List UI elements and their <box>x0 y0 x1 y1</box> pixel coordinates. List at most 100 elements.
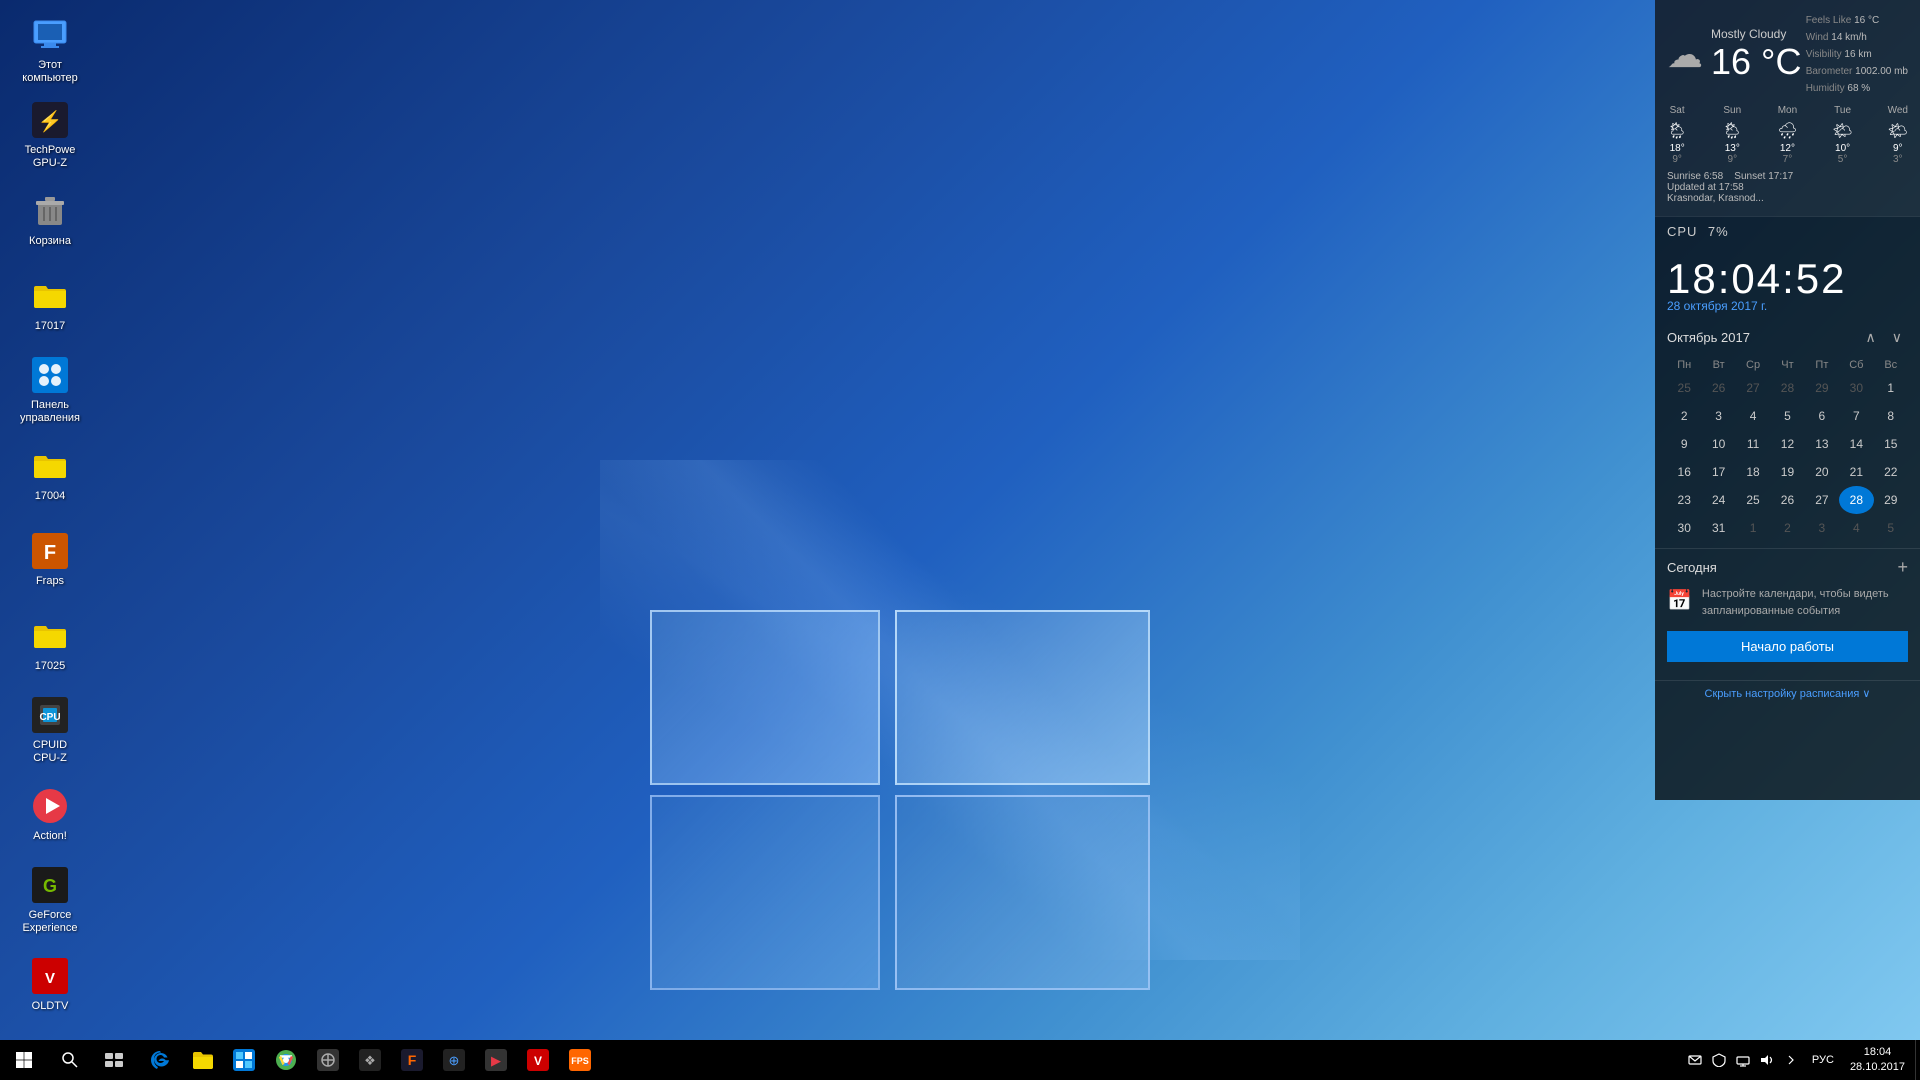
calendar-day[interactable]: 5 <box>1874 514 1908 542</box>
desktop-icon-trash[interactable]: Корзина <box>10 180 90 260</box>
weather-details: Feels Like 16 °C Wind 14 km/h Visibility… <box>1806 12 1908 97</box>
taskbar-chrome[interactable] <box>266 1040 306 1080</box>
events-add-btn[interactable]: + <box>1897 557 1908 578</box>
calendar-day[interactable]: 6 <box>1805 402 1839 430</box>
calendar-day[interactable]: 20 <box>1805 458 1839 486</box>
start-button[interactable] <box>0 1040 48 1080</box>
taskbar-store[interactable] <box>224 1040 264 1080</box>
calendar-day[interactable]: 16 <box>1667 458 1701 486</box>
calendar-day[interactable]: 24 <box>1701 486 1735 514</box>
calendar-day[interactable]: 9 <box>1667 430 1701 458</box>
taskbar-app9[interactable]: ▶ <box>476 1040 516 1080</box>
desktop-icon-computer[interactable]: Этоткомпьютер <box>10 10 90 90</box>
taskbar-app5[interactable] <box>308 1040 348 1080</box>
calendar-day[interactable]: 3 <box>1701 402 1735 430</box>
calendar-day[interactable]: 25 <box>1736 486 1770 514</box>
calendar-next-btn[interactable]: ∨ <box>1886 327 1908 348</box>
action-icon <box>30 786 70 826</box>
calendar-day[interactable]: 14 <box>1839 430 1873 458</box>
show-desktop-button[interactable] <box>1915 1040 1920 1080</box>
hide-schedule-link[interactable]: Скрыть настройку расписания ∨ <box>1655 680 1920 706</box>
calendar-grid: ПнВтСрЧтПтСбВс 2526272829301234567891011… <box>1667 356 1908 542</box>
desktop-icon-geforce[interactable]: G GeForceExperience <box>10 860 90 940</box>
desktop-icon-folder17017[interactable]: 17017 <box>10 265 90 345</box>
desktop-icon-fraps[interactable]: F Fraps <box>10 520 90 600</box>
store-icon <box>233 1049 255 1071</box>
calendar-day[interactable]: 27 <box>1805 486 1839 514</box>
volume-icon <box>1760 1053 1774 1067</box>
calendar-day[interactable]: 21 <box>1839 458 1873 486</box>
trash-icon <box>30 191 70 231</box>
calendar-day[interactable]: 30 <box>1839 374 1873 402</box>
calendar-day[interactable]: 18 <box>1736 458 1770 486</box>
desktop-icon-folder17025[interactable]: 17025 <box>10 605 90 685</box>
language-indicator[interactable]: РУС <box>1806 1040 1840 1080</box>
calendar-day[interactable]: 26 <box>1701 374 1735 402</box>
calendar-day[interactable]: 11 <box>1736 430 1770 458</box>
calendar-day[interactable]: 7 <box>1839 402 1873 430</box>
calendar-day[interactable]: 29 <box>1874 486 1908 514</box>
calendar-day[interactable]: 22 <box>1874 458 1908 486</box>
calendar-day[interactable]: 27 <box>1736 374 1770 402</box>
task-view-button[interactable] <box>92 1040 136 1080</box>
clock-section: 18:04:52 28 октября 2017 г. <box>1655 247 1920 321</box>
taskbar-app8[interactable]: ⊕ <box>434 1040 474 1080</box>
calendar-day[interactable]: 8 <box>1874 402 1908 430</box>
calendar-day[interactable]: 29 <box>1805 374 1839 402</box>
calendar-day[interactable]: 13 <box>1805 430 1839 458</box>
taskbar-app10[interactable]: V <box>518 1040 558 1080</box>
calendar-day[interactable]: 5 <box>1770 402 1804 430</box>
taskbar-edge[interactable] <box>140 1040 180 1080</box>
calendar-day[interactable]: 2 <box>1667 402 1701 430</box>
calendar-day[interactable]: 1 <box>1874 374 1908 402</box>
calendar-day[interactable]: 30 <box>1667 514 1701 542</box>
taskbar-clock[interactable]: 18:04 28.10.2017 <box>1840 1040 1915 1080</box>
desktop-icon-action[interactable]: Action! <box>10 775 90 855</box>
visibility-label: Visibility <box>1806 49 1842 60</box>
calendar-day[interactable]: 23 <box>1667 486 1701 514</box>
calendar-day[interactable]: 10 <box>1701 430 1735 458</box>
tray-icon-network[interactable] <box>1732 1040 1754 1080</box>
sun-times: Sunrise 6:58 Sunset 17:17 Updated at 17:… <box>1667 171 1908 204</box>
calendar-day[interactable]: 4 <box>1839 514 1873 542</box>
tray-icon-notification[interactable] <box>1684 1040 1706 1080</box>
desktop-icon-techpowerup[interactable]: ⚡ TechPoweGPU-Z <box>10 95 90 175</box>
app10-icon: V <box>527 1049 549 1071</box>
desktop-icon-cpuid[interactable]: CPU CPUIDCPU-Z <box>10 690 90 770</box>
desktop-icon-fpsmonitor[interactable]: FPS FPS Monitor <box>10 1030 90 1040</box>
taskbar-app11[interactable]: FPS <box>560 1040 600 1080</box>
calendar-day[interactable]: 12 <box>1770 430 1804 458</box>
techpowerup-icon: ⚡ <box>30 100 70 140</box>
search-button[interactable] <box>48 1040 92 1080</box>
calendar-day[interactable]: 25 <box>1667 374 1701 402</box>
calendar-day-header: Пн <box>1667 356 1701 374</box>
calendar-day[interactable]: 2 <box>1770 514 1804 542</box>
calendar-day[interactable]: 31 <box>1701 514 1735 542</box>
cpu-label: CPU <box>1667 224 1697 239</box>
get-started-button[interactable]: Начало работы <box>1667 631 1908 662</box>
calendar-day[interactable]: 19 <box>1770 458 1804 486</box>
taskbar-time: 18:04 <box>1864 1045 1892 1060</box>
app9-icon: ▶ <box>485 1049 507 1071</box>
calendar-day[interactable]: 26 <box>1770 486 1804 514</box>
desktop-icon-oldtv[interactable]: V OLDTV <box>10 945 90 1025</box>
taskbar-app6[interactable]: ❖ <box>350 1040 390 1080</box>
taskbar-explorer[interactable] <box>182 1040 222 1080</box>
taskbar-app7[interactable]: F <box>392 1040 432 1080</box>
computer-label: Этоткомпьютер <box>22 59 77 85</box>
tray-icon-volume[interactable] <box>1756 1040 1778 1080</box>
calendar-day[interactable]: 17 <box>1701 458 1735 486</box>
calendar-day[interactable]: 4 <box>1736 402 1770 430</box>
desktop-icon-control[interactable]: Панельуправления <box>10 350 90 430</box>
forecast-day-name: Sat <box>1670 105 1685 116</box>
calendar-day[interactable]: 28 <box>1770 374 1804 402</box>
calendar-day[interactable]: 28 <box>1839 486 1873 514</box>
desktop-icon-folder17004[interactable]: 17004 <box>10 435 90 515</box>
tray-icon-shield[interactable] <box>1708 1040 1730 1080</box>
calendar-prev-btn[interactable]: ∧ <box>1860 327 1882 348</box>
calendar-day[interactable]: 3 <box>1805 514 1839 542</box>
calendar-day[interactable]: 15 <box>1874 430 1908 458</box>
tray-expand-btn[interactable] <box>1780 1040 1802 1080</box>
calendar-day[interactable]: 1 <box>1736 514 1770 542</box>
win-pane-bl <box>650 795 880 990</box>
